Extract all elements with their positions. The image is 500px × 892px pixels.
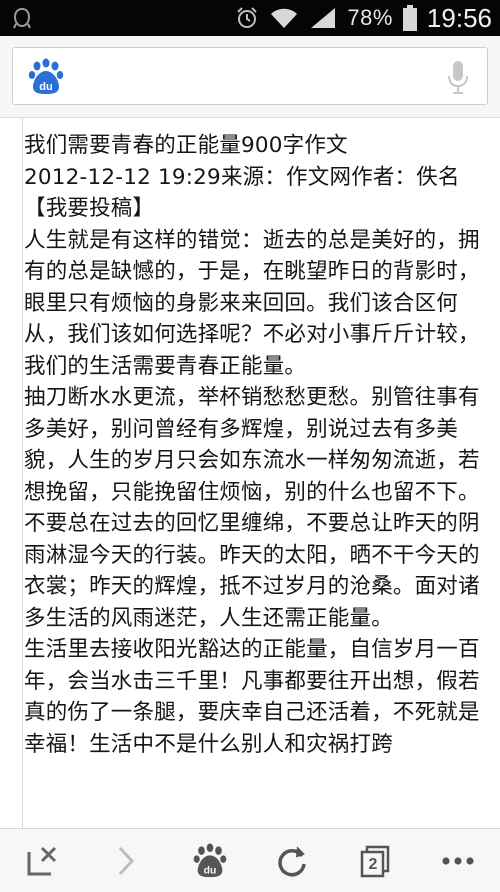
status-bar: 78% 19:56 (0, 0, 500, 36)
battery-percent: 78% (347, 5, 393, 30)
search-input[interactable] (77, 58, 437, 94)
microphone-icon[interactable] (447, 60, 469, 94)
clock-time: 19:56 (426, 2, 492, 33)
tabs-button[interactable]: 2 (355, 841, 395, 881)
notification-icon (13, 7, 31, 29)
article-paragraph-1: 人生就是有这样的错觉：逝去的总是美好的，拥有的总是缺憾的，于是，在眺望昨日的背影… (24, 227, 480, 379)
svg-text:du: du (39, 81, 52, 93)
article-title: 我们需要青春的正能量900字作文 (24, 133, 348, 158)
browser-header: du (0, 36, 500, 118)
close-page-icon (27, 846, 57, 876)
wifi-icon (271, 8, 298, 28)
alarm-icon (237, 7, 258, 28)
battery-icon (402, 5, 417, 31)
refresh-button[interactable] (272, 841, 312, 881)
baidu-du-logo: du (28, 58, 64, 94)
svg-text:du: du (204, 865, 217, 876)
search-box[interactable]: du (12, 47, 488, 105)
article-meta: 2012-12-12 19:29来源：作文网作者：佚名【我要投稿】 (24, 164, 460, 222)
close-page-button[interactable] (22, 841, 62, 881)
forward-button[interactable] (106, 841, 146, 881)
article-paragraph-2: 抽刀断水水更流，举杯销愁愁更愁。别管往事有多美好，别问曾经有多辉煌，别说过去有多… (24, 385, 480, 631)
signal-icon (311, 8, 336, 28)
home-button[interactable]: du (190, 841, 230, 881)
forward-icon (118, 846, 135, 876)
refresh-icon (278, 846, 306, 877)
more-icon (442, 857, 474, 865)
bottom-toolbar: du 2 (0, 828, 500, 892)
article-content: 我们需要青春的正能量900字作文 2012-12-12 19:29来源：作文网作… (22, 118, 492, 828)
tab-count: 2 (368, 856, 378, 873)
more-button[interactable] (438, 841, 478, 881)
article-paragraph-3: 生活里去接收阳光豁达的正能量，自信岁月一百年，会当水击三千里！凡事都要往开出想，… (24, 637, 480, 757)
baidu-home-icon: du (193, 843, 227, 878)
